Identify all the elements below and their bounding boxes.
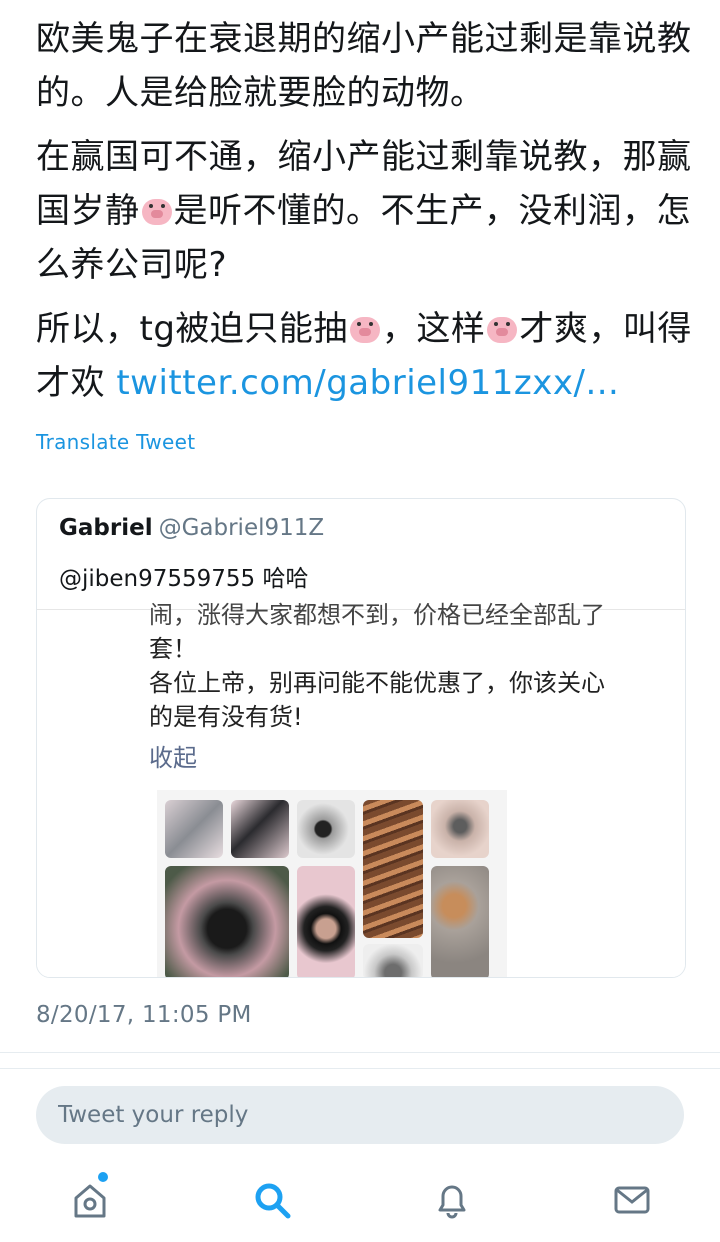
notification-dot xyxy=(98,1172,108,1182)
divider xyxy=(0,1052,720,1053)
photo-grid xyxy=(157,790,507,977)
product-photo xyxy=(431,866,489,977)
pig-face-icon xyxy=(141,199,172,225)
bottom-tab-bar xyxy=(0,1160,720,1242)
quoted-tweet-header: Gabriel @Gabriel911Z xyxy=(59,515,324,541)
embedded-screenshot: 闹，涨得大家都想不到，价格已经全部乱了套！ 各位上帝，别再问能不能优惠了，你该关… xyxy=(37,601,685,977)
tweet-paragraph: 所以，tg被迫只能抽 ，这样 才爽，叫得才欢 twitter.com/gabriel… xyxy=(36,302,696,410)
embedded-post-text: 闹，涨得大家都想不到，价格已经全部乱了套！ 各位上帝，别再问能不能优惠了，你该关… xyxy=(149,601,669,734)
tweet-link[interactable]: twitter.com/gabriel911zxx/... xyxy=(116,363,619,403)
product-photo xyxy=(363,800,423,938)
tweet-text: 所以，tg被迫只能抽 xyxy=(36,309,348,349)
pig-face-icon xyxy=(487,317,518,343)
product-photo xyxy=(231,800,289,858)
pig-face-icon xyxy=(349,317,380,343)
quoted-author-handle: @Gabriel911Z xyxy=(158,515,325,541)
tab-notifications[interactable] xyxy=(430,1178,474,1222)
product-photo xyxy=(165,800,223,858)
collapse-link: 收起 xyxy=(149,744,197,772)
embedded-lines: 套！ 各位上帝，别再问能不能优惠了，你该关心 的是有没有货! xyxy=(149,635,605,731)
tab-home[interactable] xyxy=(68,1172,112,1222)
reply-box[interactable] xyxy=(36,1086,684,1144)
product-photo xyxy=(363,944,423,977)
product-photo xyxy=(165,866,289,977)
home-icon xyxy=(74,1184,106,1218)
product-photo xyxy=(297,800,355,858)
tab-search[interactable] xyxy=(250,1178,294,1222)
tweet-text: ，这样 xyxy=(381,309,486,349)
product-photo xyxy=(431,800,489,858)
tab-messages[interactable] xyxy=(610,1178,654,1222)
product-photo xyxy=(297,866,355,977)
tweet-paragraph: 在赢国可不通，缩小产能过剩靠说教，那赢国岁静 是听不懂的。不生产，没利润，怎么养公… xyxy=(36,130,696,292)
tweet-text: 欧美鬼子在衰退期的缩小产能过剩是靠说教的。人是给脸就要脸的动物。 xyxy=(36,19,692,113)
divider xyxy=(0,1068,720,1069)
quoted-tweet-text: @jiben97559755 哈哈 xyxy=(59,566,309,592)
mail-icon xyxy=(614,1186,650,1214)
embedded-cut-line: 闹，涨得大家都想不到，价格已经全部乱了 xyxy=(149,601,605,629)
reply-input[interactable] xyxy=(36,1086,680,1144)
tweet-timestamp: 8/20/17, 11:05 PM xyxy=(36,1002,252,1028)
bell-icon xyxy=(438,1185,466,1219)
tweet-paragraph: 欧美鬼子在衰退期的缩小产能过剩是靠说教的。人是给脸就要脸的动物。 xyxy=(36,12,696,120)
quoted-tweet-card[interactable]: Gabriel @Gabriel911Z @jiben97559755 哈哈 闹，… xyxy=(36,498,686,978)
quoted-author-name: Gabriel xyxy=(59,515,153,541)
search-icon xyxy=(255,1183,291,1219)
tweet-body: 欧美鬼子在衰退期的缩小产能过剩是靠说教的。人是给脸就要脸的动物。 在赢国可不通，… xyxy=(36,12,696,420)
translate-tweet-link[interactable]: Translate Tweet xyxy=(36,430,195,454)
